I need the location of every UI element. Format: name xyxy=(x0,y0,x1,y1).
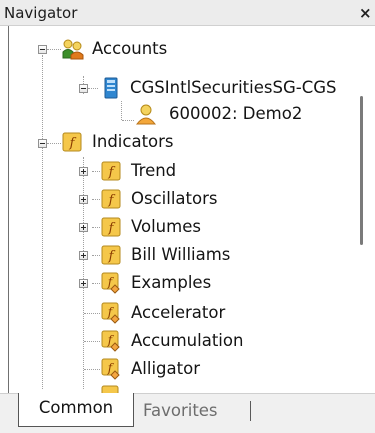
navigator-tab-bar: Common Favorites xyxy=(0,393,375,433)
tree-item-label: Accounts xyxy=(92,39,168,58)
tree-item-label: Volumes xyxy=(131,217,201,236)
indicators-collapse-toggle[interactable] xyxy=(38,139,47,148)
volumes-expand-toggle[interactable] xyxy=(79,223,88,232)
tab-favorites[interactable]: Favorites xyxy=(143,398,218,424)
tree-line xyxy=(47,143,61,145)
server-collapse-toggle[interactable] xyxy=(79,84,88,93)
tree-item-server[interactable]: CGSIntlSecuritiesSG-CGS xyxy=(102,74,336,102)
tree-item-bill-williams[interactable]: f Bill Williams xyxy=(101,241,230,269)
tree-item-accounts[interactable]: Accounts xyxy=(62,35,167,63)
tree-item-label: Accelerator xyxy=(131,303,226,322)
tab-separator xyxy=(250,401,251,421)
custom-indicator-icon: f xyxy=(101,358,120,380)
user-account-icon xyxy=(135,104,157,125)
navigator-panel: Navigator × Accounts CGSIntlSecuritiesSG… xyxy=(0,0,375,433)
accounts-icon xyxy=(62,39,84,60)
navigator-titlebar: Navigator × xyxy=(0,0,375,26)
panel-left-border xyxy=(8,26,9,394)
tree-item-trend[interactable]: f Trend xyxy=(101,157,176,185)
bill-williams-expand-toggle[interactable] xyxy=(79,251,88,260)
close-button[interactable]: × xyxy=(359,2,375,24)
trend-expand-toggle[interactable] xyxy=(79,167,88,176)
tree-item-label: Accumulation xyxy=(131,331,244,350)
custom-indicator-icon: f xyxy=(101,330,120,352)
indicator-folder-icon: f xyxy=(101,245,121,265)
tree-line xyxy=(88,88,98,90)
custom-indicator-icon: f xyxy=(101,272,120,294)
tree-line xyxy=(84,369,100,371)
indicator-folder-icon: f xyxy=(62,132,82,152)
tree-item-volumes[interactable]: f Volumes xyxy=(101,213,201,241)
tree-item-accumulation[interactable]: f Accumulation xyxy=(101,327,243,355)
vertical-scrollbar-thumb[interactable] xyxy=(360,96,363,245)
tree-line xyxy=(92,283,100,285)
tree-item-alligator[interactable]: f Alligator xyxy=(101,355,200,383)
tree-line xyxy=(121,101,123,120)
tree-item-label: Alligator xyxy=(131,359,200,378)
examples-expand-toggle[interactable] xyxy=(79,279,88,288)
tree-line xyxy=(122,120,134,122)
indicator-folder-icon: f xyxy=(101,189,121,209)
tree-item-label: Examples xyxy=(131,273,212,292)
tree-line xyxy=(92,171,100,173)
window-title: Navigator xyxy=(4,4,78,22)
tree-line xyxy=(84,341,100,343)
oscillators-expand-toggle[interactable] xyxy=(79,195,88,204)
tree-line xyxy=(47,49,61,51)
tree-item-oscillators[interactable]: f Oscillators xyxy=(101,185,217,213)
tree-item-label: 600002: Demo2 xyxy=(169,104,303,123)
indicator-folder-icon: f xyxy=(101,161,121,181)
tree-item-indicators[interactable]: f Indicators xyxy=(62,128,174,156)
partial-indicator-icon xyxy=(101,385,119,393)
tree-line xyxy=(92,227,100,229)
tree-item-label: Bill Williams xyxy=(131,245,231,264)
tree-item-label: Trend xyxy=(131,161,177,180)
tree-line xyxy=(84,313,100,315)
server-icon xyxy=(104,77,118,99)
tree-item-label: Indicators xyxy=(92,132,174,151)
tree-line xyxy=(92,199,100,201)
custom-indicator-icon: f xyxy=(101,302,120,324)
tree-item-label: CGSIntlSecuritiesSG-CGS xyxy=(130,78,337,97)
tree-line xyxy=(92,255,100,257)
tree-line xyxy=(42,55,44,389)
tab-common[interactable]: Common xyxy=(18,393,134,427)
tree-item-account[interactable]: 600002: Demo2 xyxy=(135,100,302,128)
tree-item-accelerator[interactable]: f Accelerator xyxy=(101,299,225,327)
indicator-folder-icon: f xyxy=(101,217,121,237)
accounts-collapse-toggle[interactable] xyxy=(38,45,47,54)
tree-item-examples[interactable]: f Examples xyxy=(101,269,211,297)
navigator-tree: Accounts CGSIntlSecuritiesSG-CGS 600002:… xyxy=(0,26,375,393)
tree-line xyxy=(83,157,85,389)
tree-item-label: Oscillators xyxy=(131,189,218,208)
